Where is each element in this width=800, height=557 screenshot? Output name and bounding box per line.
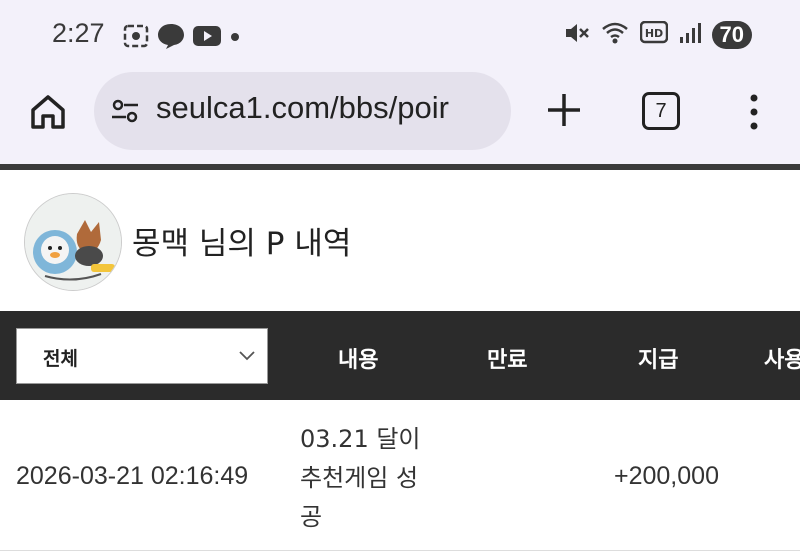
table-row: 2026-03-21 02:16:49 03.21 달이 추천게임 성공 +20… <box>0 400 800 551</box>
hd-icon: HD <box>639 20 668 49</box>
row-date: 2026-03-21 02:16:49 <box>16 462 249 490</box>
column-header-content: 내용 <box>338 348 379 373</box>
column-header-payment: 지급 <box>638 348 679 373</box>
home-icon[interactable] <box>28 92 68 132</box>
filter-select[interactable]: 전체 <box>16 328 268 384</box>
mute-icon <box>564 20 590 50</box>
notification-icons <box>122 22 242 54</box>
chat-icon <box>156 22 186 54</box>
new-tab-icon[interactable] <box>544 90 584 130</box>
battery-indicator: 70 <box>711 21 752 49</box>
page-title: 몽맥 님의 P 내역 <box>132 226 352 262</box>
tab-switcher-button[interactable]: 7 <box>642 92 680 130</box>
screenshot-icon <box>122 23 150 53</box>
address-bar[interactable]: seulca1.com/bbs/poir <box>94 72 511 150</box>
status-time: 2:27 <box>52 18 105 48</box>
site-settings-icon[interactable] <box>110 96 142 130</box>
url-text[interactable]: seulca1.com/bbs/poir <box>156 90 449 126</box>
system-icons: HD 70 <box>564 20 752 50</box>
more-menu-icon[interactable] <box>742 90 766 134</box>
svg-text:HD: HD <box>644 27 662 40</box>
dot-icon <box>228 29 242 48</box>
column-header-usage: 사용 <box>764 348 800 373</box>
status-bar: 2:27 HD 70 <box>0 0 800 70</box>
wifi-icon <box>600 20 630 50</box>
browser-toolbar: seulca1.com/bbs/poir 7 <box>0 70 800 164</box>
table-header: 전체 내용 만료 지급 사용 <box>0 311 800 400</box>
filter-selected-value: 전체 <box>43 348 78 370</box>
row-amount: +200,000 <box>614 462 719 490</box>
profile-header: 몽맥 님의 P 내역 <box>0 170 800 311</box>
signal-icon <box>678 21 702 49</box>
row-content: 03.21 달이 추천게임 성공 <box>300 425 421 531</box>
youtube-icon <box>192 25 222 51</box>
avatar <box>24 193 122 291</box>
column-header-expiry: 만료 <box>487 348 528 373</box>
chevron-down-icon <box>237 345 257 369</box>
